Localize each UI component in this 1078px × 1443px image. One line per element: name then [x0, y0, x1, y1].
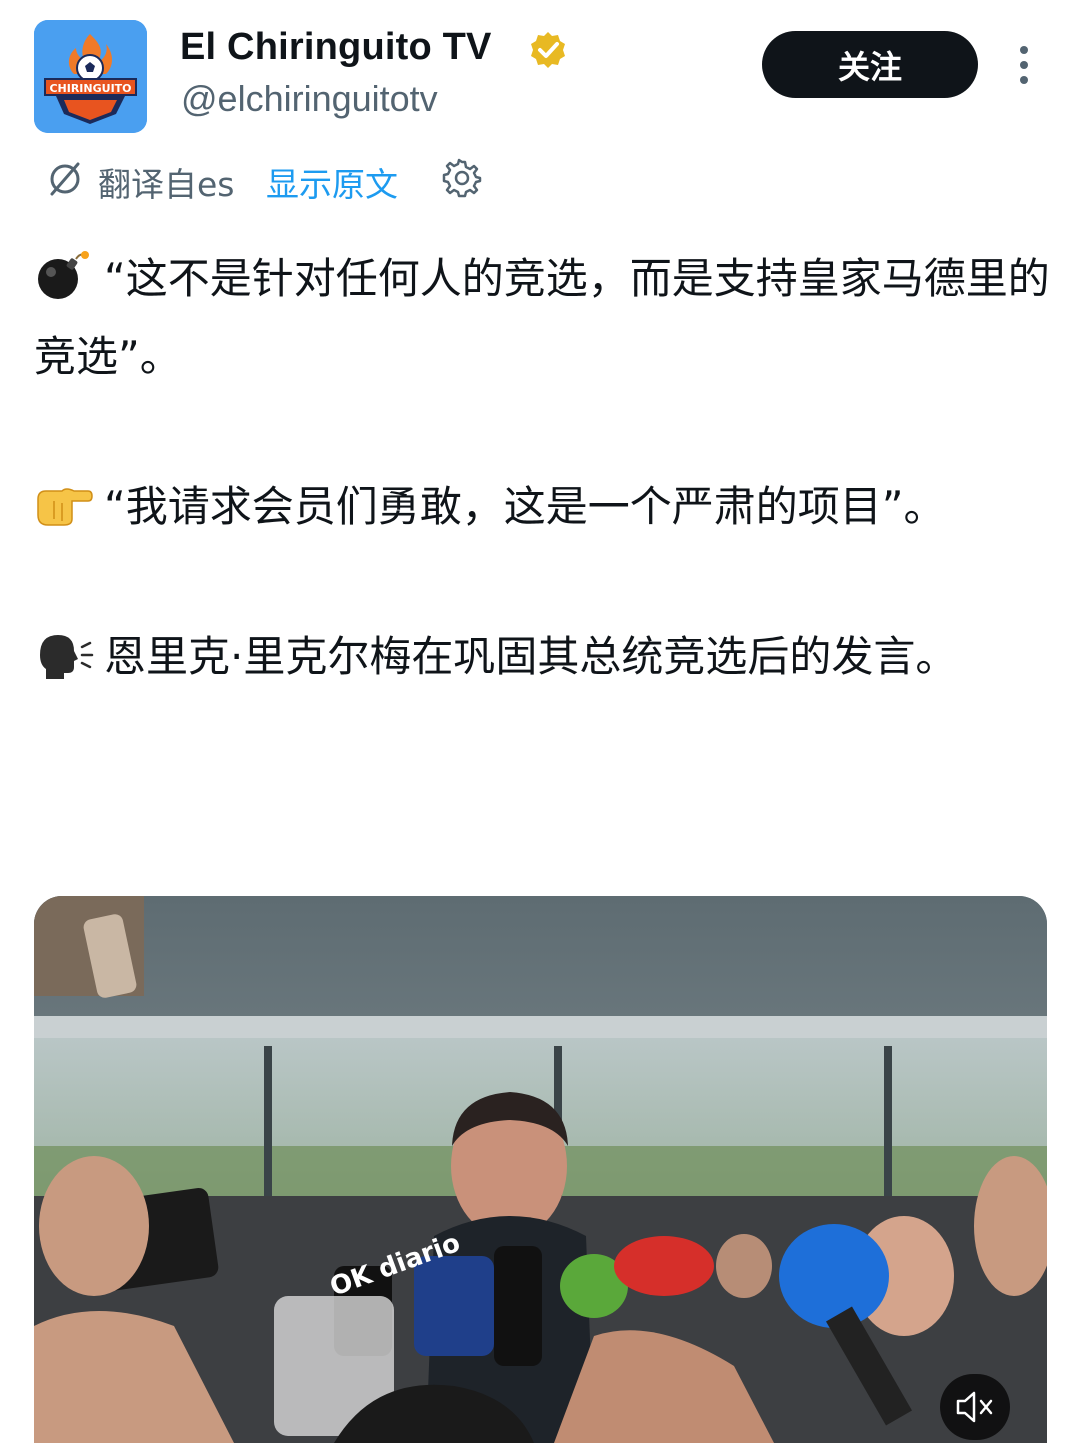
gear-icon[interactable]: [442, 158, 482, 198]
video-player[interactable]: OK diario: [34, 896, 1047, 1443]
tweet-header: CHIRINGUITO El Chiringuito TV @elchiring…: [0, 0, 1078, 150]
tweet-text: “这不是针对任何人的竞选，而是支持皇家马德里的竞选”。 “我请求会员们勇敢，这是…: [34, 240, 1054, 696]
chiringuito-logo: [34, 20, 147, 133]
logo-wordmark: CHIRINGUITO: [44, 78, 137, 96]
tweet-paragraph: “这不是针对任何人的竞选，而是支持皇家马德里的竞选”。: [34, 240, 1054, 396]
press-conference-video-frame: OK diario: [34, 896, 1047, 1443]
tweet-paragraph-text: “这不是针对任何人的竞选，而是支持皇家马德里的竞选”。: [34, 254, 1050, 381]
translated-from-label: 翻译自es: [98, 165, 235, 204]
follow-button[interactable]: 关注: [762, 31, 978, 98]
verified-badge-icon: [531, 32, 565, 68]
display-name[interactable]: El Chiringuito TV: [180, 26, 492, 69]
show-original-link[interactable]: 显示原文: [266, 158, 398, 206]
mute-button[interactable]: [940, 1374, 1010, 1440]
volume-muted-icon: [956, 1391, 993, 1423]
account-avatar[interactable]: CHIRINGUITO: [34, 20, 147, 133]
more-vertical-icon[interactable]: [1010, 44, 1038, 86]
translate-icon: [50, 162, 80, 196]
account-handle[interactable]: @elchiringuitotv: [181, 78, 438, 120]
pointing-right-hand-icon: [37, 488, 93, 526]
tweet-paragraph-text: 恩里克·里克尔梅在巩固其总统竞选后的发言。: [104, 632, 958, 681]
speaking-head-icon: [40, 635, 94, 679]
tweet-paragraph: “我请求会员们勇敢，这是一个严肃的项目”。: [34, 468, 1054, 546]
tweet-paragraph: 恩里克·里克尔梅在巩固其总统竞选后的发言。: [34, 618, 1054, 696]
tweet-paragraph-text: “我请求会员们勇敢，这是一个严肃的项目”。: [104, 482, 946, 531]
bomb-icon: [38, 251, 89, 299]
